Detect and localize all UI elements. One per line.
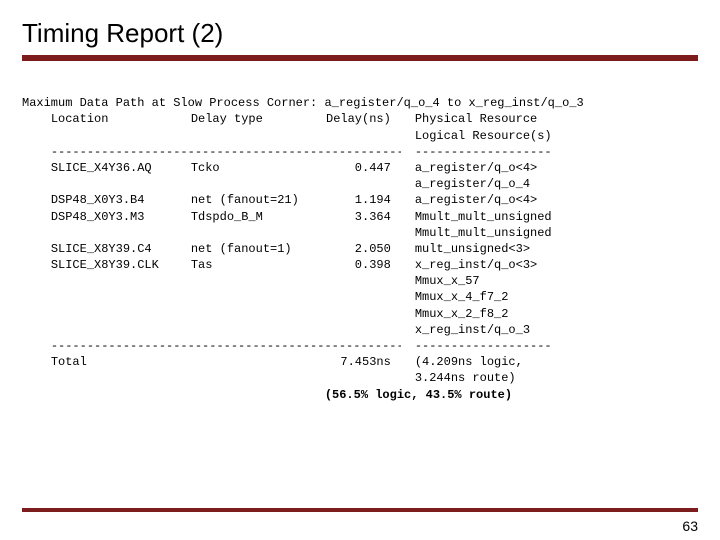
row-delay: 0.447 [321, 160, 391, 176]
row-delay: 2.050 [321, 241, 391, 257]
row-dtype: net (fanout=21) [191, 192, 321, 208]
row-logi: Mmux_x_57 [415, 273, 480, 289]
total-breakdown: 3.244ns route) [415, 370, 516, 386]
row-dtype: net (fanout=1) [191, 241, 321, 257]
row-logi: Mmult_mult_unsigned [415, 225, 552, 241]
row-logi: x_reg_inst/q_o_3 [415, 322, 530, 338]
footer-rule [22, 508, 698, 512]
timing-report-block: Maximum Data Path at Slow Process Corner… [22, 79, 698, 419]
divider: ----------------------------------------… [51, 338, 401, 354]
header-line: Maximum Data Path at Slow Process Corner… [22, 96, 584, 110]
total-label: Total [51, 354, 191, 370]
col-physical-resource: Physical Resource [415, 111, 537, 127]
row-logi: Mmux_x_4_f7_2 [415, 289, 509, 305]
row-loc: SLICE_X8Y39.C4 [51, 241, 191, 257]
row-phys: a_register/q_o<4> [415, 192, 537, 208]
col-delay-ns: Delay(ns) [321, 111, 391, 127]
row-phys: Mmult_mult_unsigned [415, 209, 552, 225]
col-logical-resource: Logical Resource(s) [415, 128, 552, 144]
row-logi: a_register/q_o_4 [415, 176, 530, 192]
slide-title: Timing Report (2) [22, 18, 698, 49]
divider: ----------------------------------------… [51, 144, 401, 160]
total-percent: (56.5% logic, 43.5% route) [325, 388, 512, 402]
col-location: Location [51, 111, 191, 127]
row-logi: Mmux_x_2_f8_2 [415, 306, 509, 322]
divider: ------------------- [415, 144, 552, 160]
total-breakdown: (4.209ns logic, [415, 354, 523, 370]
row-dtype: Tdspdo_B_M [191, 209, 321, 225]
divider: ------------------- [415, 338, 552, 354]
title-rule [22, 55, 698, 61]
row-delay: 3.364 [321, 209, 391, 225]
row-phys: a_register/q_o<4> [415, 160, 537, 176]
col-delay-type: Delay type [191, 111, 321, 127]
row-delay: 0.398 [321, 257, 391, 273]
row-loc: SLICE_X4Y36.AQ [51, 160, 191, 176]
row-phys: mult_unsigned<3> [415, 241, 530, 257]
row-delay: 1.194 [321, 192, 391, 208]
row-phys: x_reg_inst/q_o<3> [415, 257, 537, 273]
row-loc: SLICE_X8Y39.CLK [51, 257, 191, 273]
row-loc: DSP48_X0Y3.M3 [51, 209, 191, 225]
row-dtype: Tas [191, 257, 321, 273]
row-dtype: Tcko [191, 160, 321, 176]
row-loc: DSP48_X0Y3.B4 [51, 192, 191, 208]
total-time: 7.453ns [321, 354, 391, 370]
page-number: 63 [682, 518, 698, 534]
